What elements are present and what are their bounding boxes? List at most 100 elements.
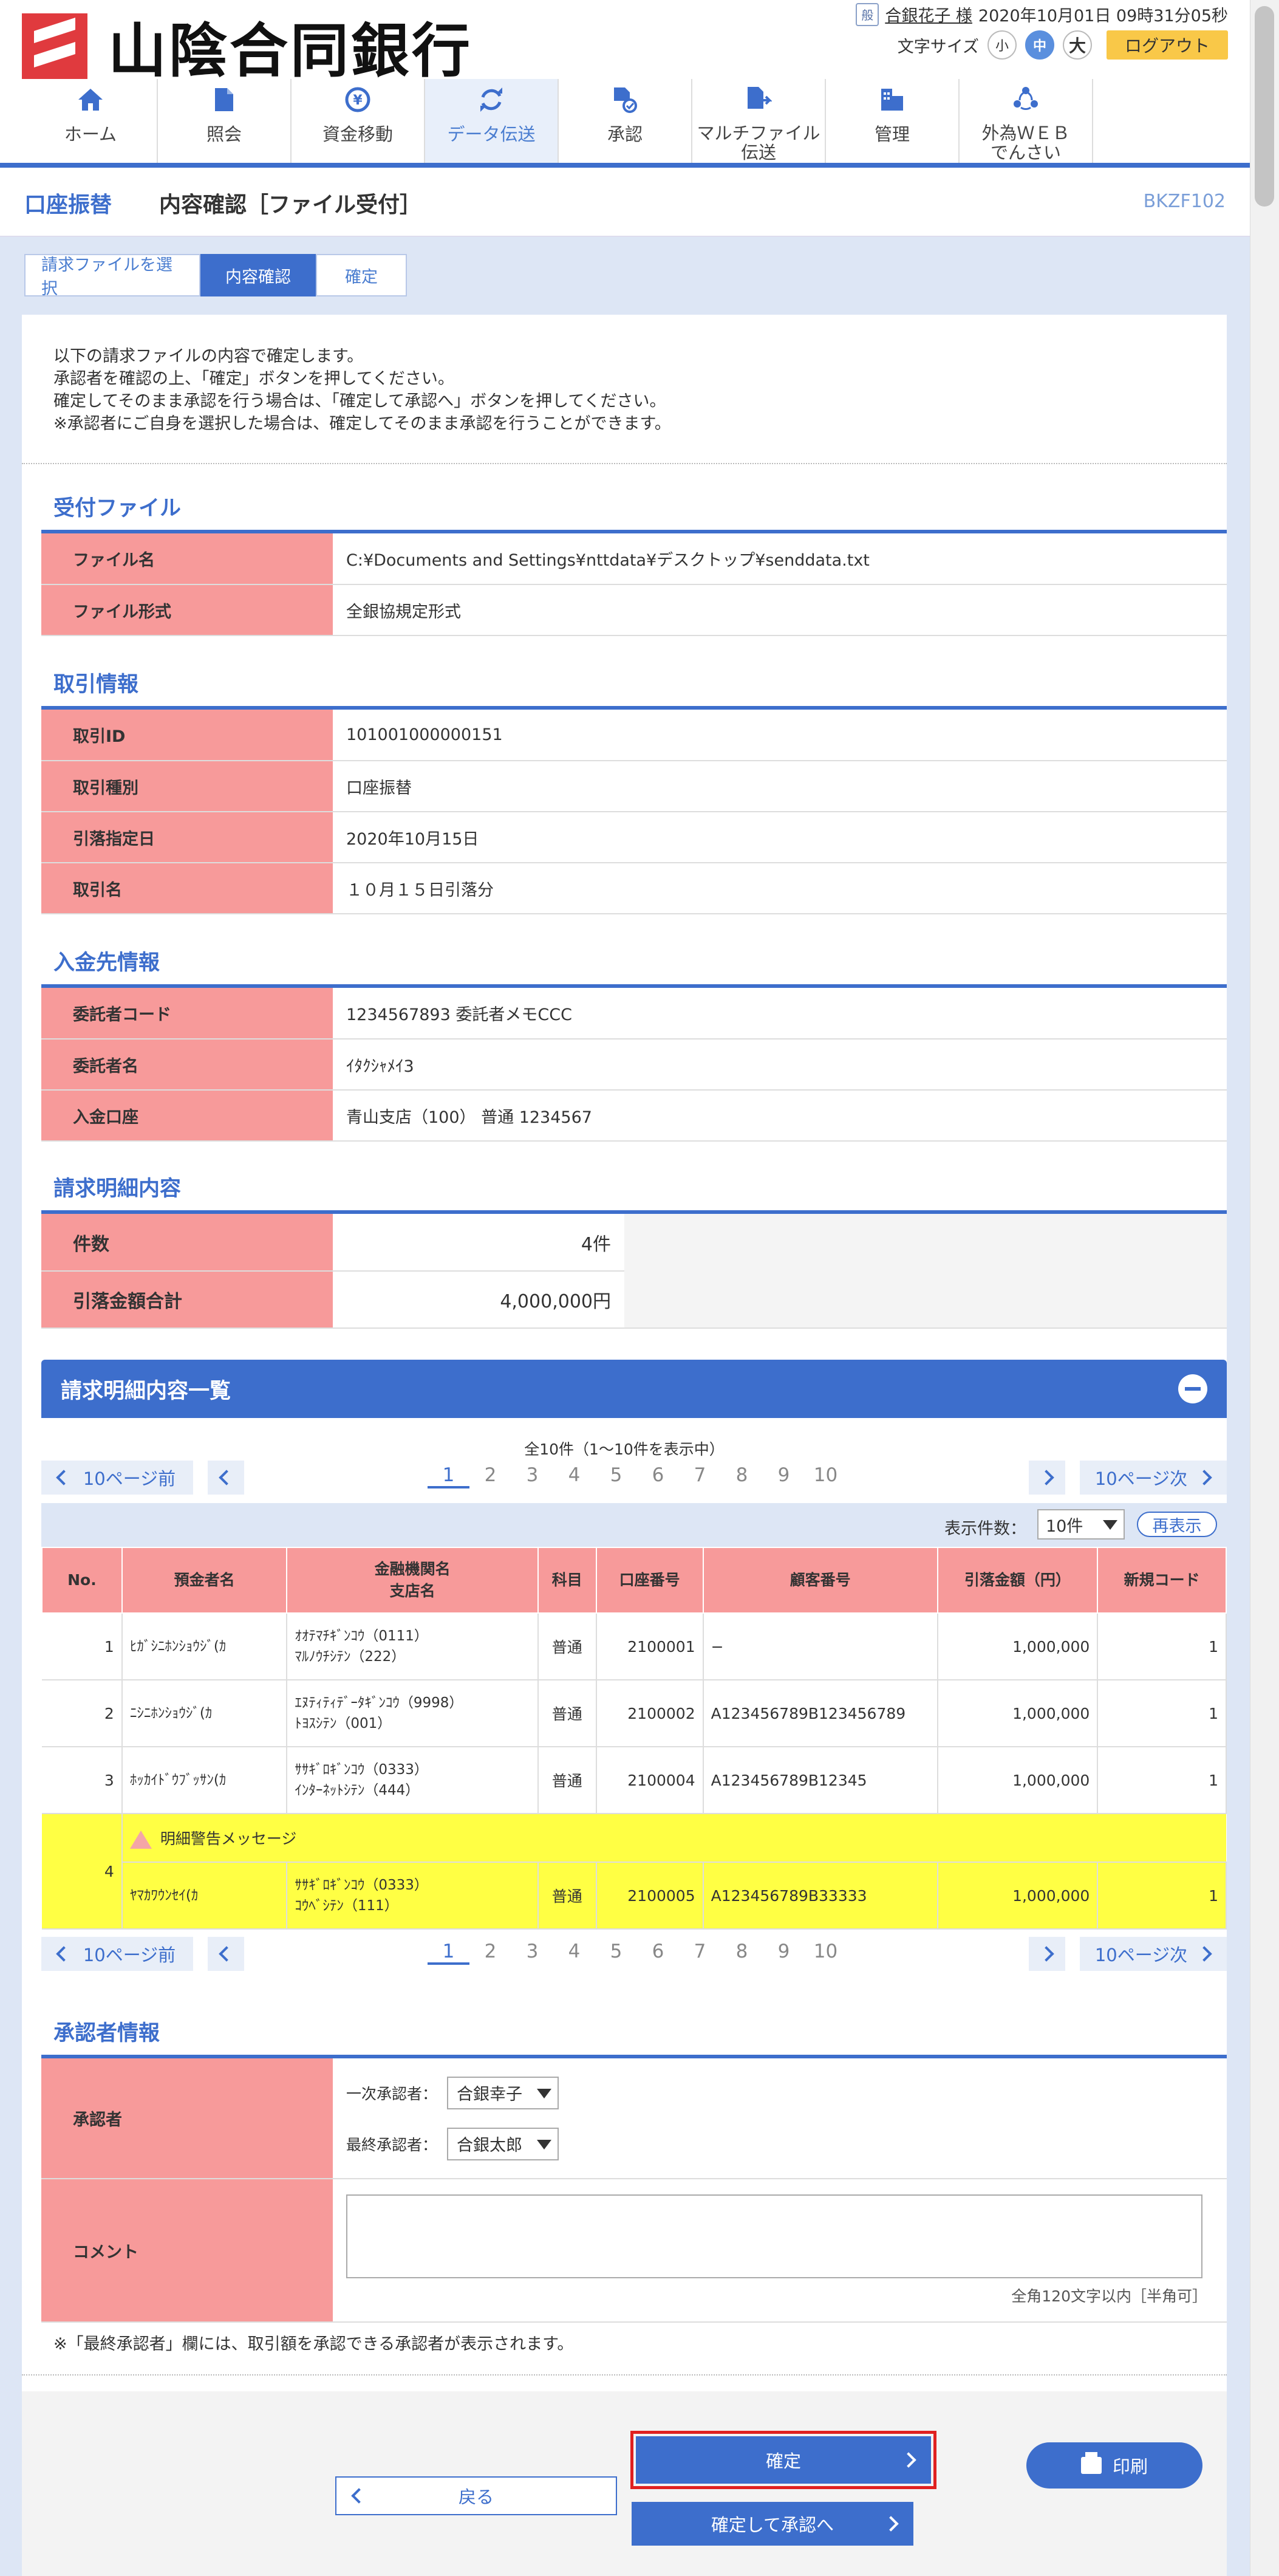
nav-home[interactable]: ホーム [24,79,158,163]
page-link[interactable]: 9 [763,1464,805,1488]
nav-forex-densai[interactable]: 外為ＷＥＢ でんさい [960,79,1093,163]
page-link[interactable]: 10 [805,1941,847,1965]
warning-message-cell: 明細警告メッセージ [121,1814,1226,1863]
row-label: 取引ID [41,710,333,761]
column-header: 預金者名 [121,1547,288,1614]
table-row: 引落指定日 2020年10月15日 [41,812,1227,863]
approve-icon [610,85,640,114]
prev-10-pages-button[interactable]: 10ページ前 [41,1937,193,1971]
login-datetime: 2020年10月01日 09時31分05秒 [978,7,1228,26]
table-row: 取引ID 101001000000151 [41,710,1227,761]
table-row: 件数 4件 [41,1214,1227,1329]
font-size-medium-button[interactable]: 中 [1025,30,1054,60]
chevron-left-icon [351,2488,367,2504]
comment-textarea[interactable] [346,2194,1202,2278]
font-size-large-button[interactable]: 大 [1063,30,1092,60]
row-label: ファイル名 [41,533,333,585]
page-link[interactable]: 2 [469,1941,511,1965]
row-label: ファイル形式 [41,584,333,636]
page-link[interactable]: 4 [553,1464,595,1488]
page-link[interactable]: 8 [721,1941,763,1965]
page-link[interactable]: 1 [428,1941,469,1965]
nav-management-label: 管理 [874,124,910,145]
first-approver-select[interactable]: 合銀幸子 [447,2076,559,2109]
logout-button[interactable]: ログアウト [1107,30,1228,60]
step-finalize: 確定 [316,254,407,296]
page-link[interactable]: 8 [721,1464,763,1488]
display-count-bar: 表示件数： 10件 再表示 [41,1503,1227,1547]
page-link[interactable]: 1 [428,1464,469,1488]
cell-code: 1 [1097,1613,1227,1680]
page-link[interactable]: 9 [763,1941,805,1965]
nav-multi-file[interactable]: マルチファイル 伝送 [692,79,826,163]
page-category: 口座振替 [24,193,112,218]
user-name-link[interactable]: 合銀花子 様 [885,2,972,26]
row-label: 取引種別 [41,761,333,812]
page-link[interactable]: 10 [805,1464,847,1488]
step-indicator: 請求ファイルを選択 内容確認 確定 [24,254,407,298]
display-count-select[interactable]: 10件 [1037,1509,1125,1540]
page-link[interactable]: 6 [637,1941,679,1965]
page-link[interactable]: 7 [679,1941,721,1965]
cell-no: 4 [42,1814,123,1930]
next-10-pages-button[interactable]: 10ページ次 [1080,1461,1227,1495]
scrollbar-thumb[interactable] [1255,6,1274,207]
branch-name: ｺｳﾍﾞｼﾃﾝ（111） [295,1898,398,1914]
print-button[interactable]: 印刷 [1026,2442,1202,2489]
next-page-button[interactable] [1029,1937,1065,1971]
detail-list-header[interactable]: 請求明細内容一覧 [41,1360,1227,1418]
page-link[interactable]: 5 [595,1941,637,1965]
page-link[interactable]: 3 [511,1941,553,1965]
page-link[interactable]: 3 [511,1464,553,1488]
approver-table: 承認者 一次承認者： 合銀幸子 最終承認者： 合銀太郎 コメント 全角120文字以内… [41,2058,1227,2323]
cell-account: 2100004 [596,1747,704,1814]
next-10-pages-button[interactable]: 10ページ次 [1080,1937,1227,1971]
table-row: ファイル名 C:¥Documents and Settings¥nttdata¥デ… [41,533,1227,585]
deposit-table: 委託者コード 1234567893 委託者メモCCC 委託者名 ｲﾀｸｼｬﾒｲ3 入… [41,988,1227,1142]
page-link[interactable]: 5 [595,1464,637,1488]
deposit-heading: 入金先情報 [53,951,160,975]
font-size-small-button[interactable]: 小 [987,30,1017,60]
prev-page-button[interactable] [208,1937,244,1971]
confirm-and-approve-button[interactable]: 確定して承認へ [632,2502,913,2546]
nav-data-transmission[interactable]: データ伝送 [425,79,559,163]
prev-10-label: 10ページ前 [83,1468,176,1489]
cell-bank: ｻｻｷﾞﾛｷﾞﾝｺｳ（0333） ｲﾝﾀｰﾈｯﾄｼﾃﾝ（444） [287,1747,539,1814]
cell-name: ﾋｶﾞｼﾆﾎﾝｼｮｳｼﾞ(ｶ [121,1613,288,1680]
collapse-icon[interactable] [1178,1374,1207,1403]
confirm-button[interactable]: 確定 [636,2436,931,2484]
back-button[interactable]: 戻る [335,2476,617,2515]
row-value: 4,000,000円 [333,1271,624,1329]
reshow-button[interactable]: 再表示 [1137,1512,1217,1537]
page-link[interactable]: 2 [469,1464,511,1488]
nav-fund-transfer-label: 資金移動 [322,124,393,145]
summary-heading: 請求明細内容 [53,1177,182,1201]
next-page-button[interactable] [1029,1461,1065,1495]
page-link[interactable]: 7 [679,1464,721,1488]
row-label: 委託者名 [41,1039,333,1091]
table-row: ﾔﾏｶﾜｳﾝｾｲ(ｶ ｻｻｷﾞﾛｷﾞﾝｺｳ（0333） ｺｳﾍﾞｼﾃﾝ（111） … [42,1862,1227,1930]
final-approver-select[interactable]: 合銀太郎 [447,2127,559,2160]
prev-10-label: 10ページ前 [83,1945,176,1965]
column-header: 科目 [537,1547,597,1614]
transaction-table: 取引ID 101001000000151 取引種別 口座振替 引落指定日 2020年1… [41,710,1227,914]
transaction-heading: 取引情報 [53,673,139,697]
cell-bank: ｻｻｷﾞﾛｷﾞﾝｺｳ（0333） ｺｳﾍﾞｼﾃﾝ（111） [287,1862,539,1930]
table-row: ファイル形式 全銀協規定形式 [41,584,1227,636]
confirm-button-highlight: 確定 [630,2431,936,2489]
page-link[interactable]: 6 [637,1464,679,1488]
page-link[interactable]: 4 [553,1941,595,1965]
display-count-label: 表示件数： [944,1519,1026,1538]
cell-code: 1 [1097,1747,1227,1814]
scrollbar[interactable] [1250,0,1279,2576]
cell-bank: ｴﾇﾃｨﾃｨﾃﾞｰﾀｷﾞﾝｺｳ（9998） ﾄﾖｽｼﾃﾝ（001） [287,1680,539,1747]
nav-approval[interactable]: 承認 [559,79,692,163]
prev-page-button[interactable] [208,1461,244,1495]
nav-inquiry[interactable]: 照会 [158,79,292,163]
nav-fund-transfer[interactable]: ¥ 資金移動 [292,79,425,163]
nav-management[interactable]: 管理 [826,79,960,163]
column-header: 引落金額（円） [936,1547,1099,1614]
prev-10-pages-button[interactable]: 10ページ前 [41,1461,193,1495]
page-numbers: 1 2 3 4 5 6 7 8 9 10 [428,1941,847,1965]
intro-text: 以下の請求ファイルの内容で確定します。 承認者を確認の上、「確定」ボタンを押して… [53,345,671,435]
